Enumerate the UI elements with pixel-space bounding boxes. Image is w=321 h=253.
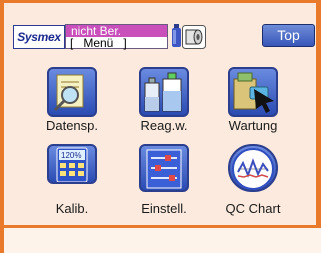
calibration-percent: 120% [61, 151, 81, 160]
maintenance-icon [228, 67, 278, 117]
menu-label: Datensp. [45, 118, 99, 133]
top-button[interactable]: Top [262, 24, 315, 47]
lower-panel [4, 228, 321, 253]
reagent-bottle-icon [172, 24, 181, 47]
frame-border-left [0, 0, 4, 253]
menu-qc-chart[interactable]: QC Chart [221, 144, 285, 216]
brand-logo: Sysmex [13, 25, 65, 49]
data-storage-icon [47, 67, 97, 117]
menu-kalib[interactable]: 120% Kalib. [40, 144, 104, 216]
menu-einstell[interactable]: Einstell. [132, 144, 196, 216]
device-frame: Sysmex nicht Ber. [ Menü ] Top Datensp. [0, 0, 321, 253]
frame-border-right [316, 0, 321, 228]
menu-wartung[interactable]: Wartung [221, 67, 285, 133]
menu-label: Kalib. [55, 201, 89, 216]
menu-datensp[interactable]: Datensp. [40, 67, 104, 133]
reagent-bottles-icon [139, 67, 189, 117]
menu-label: Wartung [228, 118, 278, 133]
printer-paper-icon[interactable] [182, 25, 206, 49]
menu-label: QC Chart [225, 201, 281, 216]
mode-text: [ Menü ] [70, 36, 127, 50]
status-display: nicht Ber. [ Menü ] [65, 24, 168, 49]
menu-reagw[interactable]: Reag.w. [132, 67, 196, 133]
menu-label: Reag.w. [140, 118, 188, 133]
qc-chart-icon [228, 144, 278, 192]
frame-border-top [0, 0, 321, 3]
calibration-icon: 120% [47, 144, 97, 184]
settings-icon [139, 144, 189, 192]
menu-label: Einstell. [141, 201, 187, 216]
